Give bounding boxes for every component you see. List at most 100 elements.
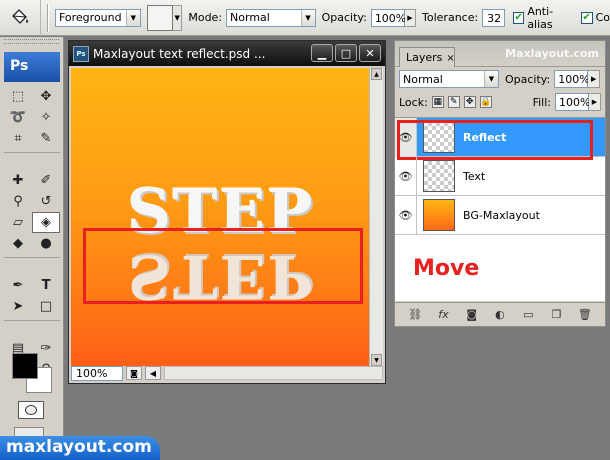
paint-bucket-tool-icon[interactable]: ◈ xyxy=(32,212,60,233)
fill-label: Fill: xyxy=(532,95,551,109)
layer-name: BG-Maxlayout xyxy=(463,208,540,222)
fill-slider-arrow-icon[interactable]: ▶ xyxy=(589,93,601,111)
layer-row-reflect[interactable]: 👁 Reflect xyxy=(395,117,605,160)
blend-mode-select[interactable]: Normal ▼ xyxy=(399,70,499,88)
new-layer-icon[interactable]: ❐ xyxy=(549,308,565,322)
lock-label: Lock: xyxy=(399,95,428,109)
layer-name: Text xyxy=(463,169,486,183)
rectangle-tool-icon[interactable]: □ xyxy=(32,296,60,317)
ps-logo[interactable]: Ps xyxy=(4,52,60,82)
fill-field[interactable]: 100% xyxy=(555,93,590,111)
contiguous-checkbox[interactable]: ✔ xyxy=(580,11,593,24)
pattern-swatch[interactable] xyxy=(146,4,173,31)
eraser-tool-icon[interactable]: ▱ xyxy=(4,212,32,233)
lock-position-icon[interactable]: ✥ xyxy=(463,96,476,108)
pen-tool-icon[interactable]: ✒ xyxy=(4,275,32,296)
scroll-up-icon[interactable]: ▲ xyxy=(371,68,382,80)
fill-source-value: Foreground xyxy=(58,11,122,24)
foreground-color[interactable] xyxy=(12,353,38,379)
panel-tab-bar: Layers × Maxlayout.com xyxy=(395,41,605,67)
layer-list: 👁 Reflect 👁 Text 👁 BG-Maxlayout Move xyxy=(395,117,605,301)
horizontal-scrollbar[interactable] xyxy=(164,366,383,380)
toolbox: Ps ⬚ ✥ ➰ ✧ ⌗ ✎ ✚ ✐ ⚲ ↺ ▱ ◈ ◆ ● ✒ T ➤ □ ▤… xyxy=(0,37,64,460)
layer-thumbnail xyxy=(423,160,455,192)
lock-pixels-icon[interactable]: ✎ xyxy=(447,96,460,108)
maximize-icon[interactable]: □ xyxy=(335,44,357,62)
document-titlebar[interactable]: Ps Maxlayout text reflect.psd ... ▁ □ ✕ xyxy=(69,41,385,66)
eye-icon[interactable]: 👁 xyxy=(395,195,417,235)
tab-layers[interactable]: Layers × xyxy=(399,47,455,67)
quick-mask-icon[interactable] xyxy=(18,401,44,419)
mode-select[interactable]: Normal ▼ xyxy=(226,8,316,27)
document-title: Maxlayout text reflect.psd ... xyxy=(93,46,266,61)
paint-bucket-icon[interactable] xyxy=(0,0,41,36)
zoom-field[interactable]: 100% xyxy=(71,365,123,381)
blend-row: Normal ▼ Opacity: 100% ▶ xyxy=(395,67,605,91)
tolerance-label: Tolerance: xyxy=(422,11,479,24)
chevron-down-icon[interactable]: ▼ xyxy=(172,4,183,31)
toolbox-grip[interactable] xyxy=(4,39,59,44)
reflect-layer-highlight-box xyxy=(397,120,593,160)
eye-icon[interactable]: 👁 xyxy=(395,156,417,196)
healing-brush-tool-icon[interactable]: ✚ xyxy=(4,170,32,191)
antialias-label: Anti-alias xyxy=(527,4,554,31)
window-controls: ▁ □ ✕ xyxy=(311,44,381,62)
mode-value: Normal xyxy=(230,11,270,24)
add-mask-icon[interactable]: ◙ xyxy=(464,308,480,322)
chevron-down-icon: ▼ xyxy=(484,71,498,87)
options-divider xyxy=(46,3,49,32)
chevron-down-icon: ▼ xyxy=(300,9,315,26)
opacity-slider-arrow-icon[interactable]: ▶ xyxy=(404,8,417,27)
new-group-icon[interactable]: ▭ xyxy=(520,308,536,322)
move-tool-icon[interactable]: ✥ xyxy=(32,86,60,107)
close-icon[interactable]: ✕ xyxy=(359,44,381,62)
tool-separator xyxy=(4,254,60,258)
contiguous-option[interactable]: ✔ Co xyxy=(580,11,610,24)
lock-all-icon[interactable]: 🔒 xyxy=(479,96,492,108)
blur-tool-icon[interactable]: ◆ xyxy=(4,233,32,254)
layer-style-icon[interactable]: fx xyxy=(435,308,451,322)
watermark: Maxlayout.com xyxy=(505,47,599,60)
options-bar: Foreground ▼ ▼ Mode: Normal ▼ Opacity: 1… xyxy=(0,0,610,36)
chevron-down-icon: ▼ xyxy=(125,9,140,26)
tolerance-field[interactable]: 32 xyxy=(482,8,506,27)
marquee-tool-icon[interactable]: ⬚ xyxy=(4,86,32,107)
opacity-slider-arrow-icon[interactable]: ▶ xyxy=(588,70,601,88)
clone-stamp-tool-icon[interactable]: ⚲ xyxy=(4,191,32,212)
document-window: Ps Maxlayout text reflect.psd ... ▁ □ ✕ … xyxy=(68,40,386,384)
layers-panel-footer: ⛓ fx ◙ ◐ ▭ ❐ 🗑 xyxy=(395,302,605,326)
magic-wand-tool-icon[interactable]: ✧ xyxy=(32,107,60,128)
tool-grid: ⬚ ✥ ➰ ✧ ⌗ ✎ ✚ ✐ ⚲ ↺ ▱ ◈ ◆ ● ✒ T ➤ □ ▤ ✑ … xyxy=(4,86,63,380)
adjustment-layer-icon[interactable]: ◐ xyxy=(492,308,508,322)
fill-source-select[interactable]: Foreground ▼ xyxy=(54,8,141,27)
tool-separator xyxy=(4,149,60,153)
lock-transparency-icon[interactable]: ▦ xyxy=(431,96,444,108)
vertical-scrollbar[interactable]: ▲ ▼ xyxy=(369,68,383,366)
tool-separator xyxy=(4,317,60,321)
layer-opacity-field[interactable]: 100% xyxy=(554,70,590,88)
dodge-tool-icon[interactable]: ● xyxy=(32,233,60,254)
lasso-tool-icon[interactable]: ➰ xyxy=(4,107,32,128)
minimize-icon[interactable]: ▁ xyxy=(311,44,333,62)
slice-tool-icon[interactable]: ✎ xyxy=(32,128,60,149)
antialias-option[interactable]: ✔ Anti-alias xyxy=(513,5,575,31)
history-brush-tool-icon[interactable]: ↺ xyxy=(32,191,60,212)
layer-row-text[interactable]: 👁 Text xyxy=(395,156,605,196)
brush-tool-icon[interactable]: ✐ xyxy=(32,170,60,191)
close-icon[interactable]: × xyxy=(446,53,454,64)
layer-row-bg[interactable]: 👁 BG-Maxlayout xyxy=(395,195,605,235)
brand-banner: maxlayout.com xyxy=(0,436,160,460)
type-tool-icon[interactable]: T xyxy=(32,275,60,296)
psd-file-icon: Ps xyxy=(73,45,89,62)
document-canvas[interactable]: STEP STEP xyxy=(71,68,369,366)
color-swatches xyxy=(8,349,58,393)
lock-row: Lock: ▦ ✎ ✥ 🔒 Fill: 100% ▶ xyxy=(395,91,605,113)
link-layers-icon[interactable]: ⛓ xyxy=(407,308,423,322)
antialias-checkbox[interactable]: ✔ xyxy=(513,11,525,24)
crop-tool-icon[interactable]: ⌗ xyxy=(4,128,32,149)
trash-icon[interactable]: 🗑 xyxy=(577,308,593,322)
opacity-field[interactable]: 100% xyxy=(370,8,406,27)
status-arrow-icon[interactable]: ◀ xyxy=(145,366,161,380)
status-menu-icon[interactable]: ◙ xyxy=(126,366,142,380)
path-selection-tool-icon[interactable]: ➤ xyxy=(4,296,32,317)
